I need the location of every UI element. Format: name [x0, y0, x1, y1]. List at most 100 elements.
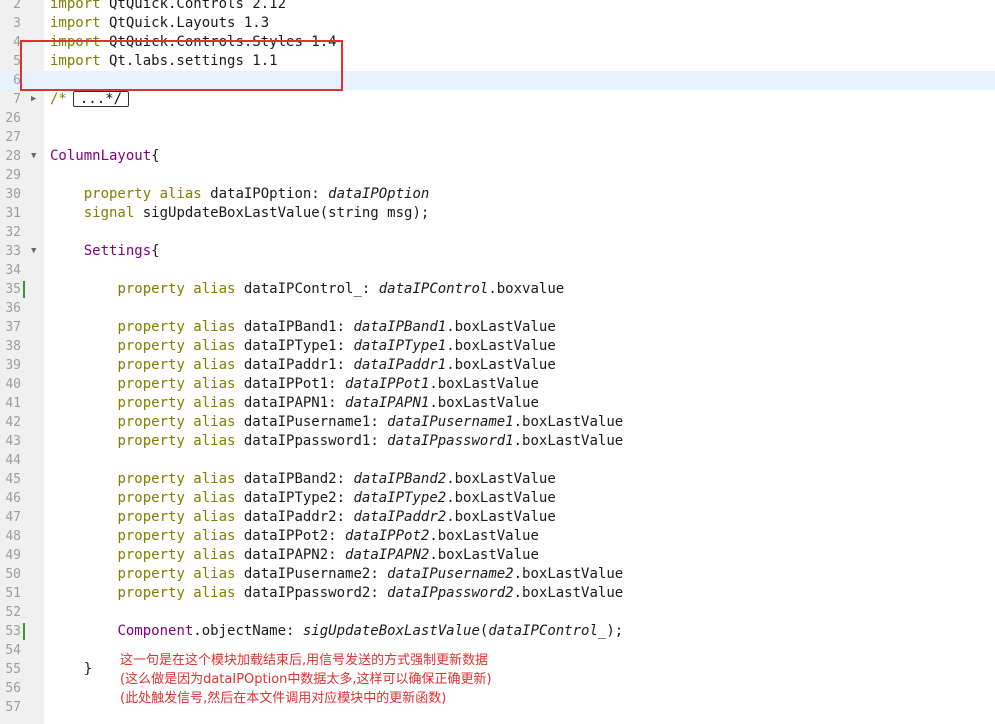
line-number: 39 — [5, 358, 21, 373]
code-line[interactable]: 2 import QtQuick.Controls 2.12 — [0, 0, 995, 14]
fold-expanded-icon[interactable]: ▼ — [31, 242, 36, 261]
code-token: import — [50, 15, 101, 31]
change-marker — [23, 623, 25, 640]
code-line[interactable]: 48 property alias dataIPPot2: dataIPPot2… — [0, 527, 995, 546]
code-token: { — [151, 148, 160, 164]
code-token: dataIPaddr2 — [353, 509, 447, 525]
code-token: dataIPusername1 — [387, 414, 514, 430]
code-token: ColumnLayout — [50, 148, 152, 164]
code-token: .boxLastValue — [429, 547, 539, 563]
code-line[interactable]: 47 property alias dataIPaddr2: dataIPadd… — [0, 508, 995, 527]
line-number: 37 — [5, 320, 21, 335]
code-text: property alias dataIPPot1: dataIPPot1.bo… — [50, 375, 538, 394]
code-line[interactable]: 45 property alias dataIPBand2: dataIPBan… — [0, 470, 995, 489]
code-line[interactable]: 27 — [0, 128, 995, 147]
code-token: .boxLastValue — [446, 357, 556, 373]
code-token: property alias — [117, 547, 236, 563]
code-line[interactable]: 32 — [0, 223, 995, 242]
code-token: .boxLastValue — [513, 585, 624, 601]
line-number: 50 — [5, 567, 21, 582]
line-number: 44 — [5, 453, 21, 468]
code-token: dataIPType1: — [235, 338, 354, 354]
code-text: signal sigUpdateBoxLastValue(string msg)… — [50, 204, 430, 223]
code-line[interactable]: 40 property alias dataIPPot1: dataIPPot1… — [0, 375, 995, 394]
line-number: 53 — [5, 624, 21, 639]
change-marker — [23, 281, 25, 298]
fold-collapsed-icon[interactable]: ▶ — [31, 90, 36, 109]
code-token: property alias — [117, 585, 236, 601]
code-line[interactable]: 50 property alias dataIPusername2: dataI… — [0, 565, 995, 584]
code-line[interactable]: 7 ▶ /* ...*/ — [0, 90, 995, 109]
code-line[interactable]: 53 Component.objectName: sigUpdateBoxLas… — [0, 622, 995, 641]
code-text: property alias dataIPusername1: dataIPus… — [50, 413, 623, 432]
code-line[interactable]: 31 signal sigUpdateBoxLastValue(string m… — [0, 204, 995, 223]
code-token: .boxLastValue — [513, 433, 624, 449]
code-line[interactable]: 52 — [0, 603, 995, 622]
highlight-box — [20, 40, 343, 91]
code-token: dataIPpassword2 — [387, 585, 514, 601]
annotation-line: 这一句是在这个模块加载结束后,用信号发送的方式强制更新数据 — [120, 653, 489, 668]
fold-expanded-icon[interactable]: ▼ — [31, 147, 36, 166]
code-token: dataIPPot2 — [345, 528, 430, 544]
code-token: dataIPpassword1 — [387, 433, 514, 449]
code-line[interactable]: 34 — [0, 261, 995, 280]
code-text: property alias dataIPOption: dataIPOptio… — [50, 185, 430, 204]
code-line[interactable]: 26 — [0, 109, 995, 128]
code-line[interactable]: 28 ▼ ColumnLayout{ — [0, 147, 995, 166]
code-token: .boxLastValue — [446, 509, 556, 525]
code-token: .boxLastValue — [513, 414, 624, 430]
code-line[interactable]: 43 property alias dataIPpassword1: dataI… — [0, 432, 995, 451]
code-line[interactable]: 49 property alias dataIPAPN2: dataIPAPN2… — [0, 546, 995, 565]
code-line[interactable]: 33 ▼ Settings{ — [0, 242, 995, 261]
code-token: sigUpdateBoxLastValue(string msg); — [134, 205, 430, 221]
line-number: 42 — [5, 415, 21, 430]
code-text: property alias dataIPpassword1: dataIPpa… — [50, 432, 623, 451]
line-number: 31 — [5, 206, 21, 221]
line-number: 46 — [5, 491, 21, 506]
line-number: 27 — [5, 130, 21, 145]
code-token: dataIPOption — [328, 186, 430, 202]
code-line[interactable]: 44 — [0, 451, 995, 470]
collapsed-block-button[interactable]: ...*/ — [72, 91, 130, 107]
line-number: 45 — [5, 472, 21, 487]
code-token: property alias — [117, 338, 236, 354]
code-line[interactable]: 30 property alias dataIPOption: dataIPOp… — [0, 185, 995, 204]
line-number: 5 — [13, 54, 21, 69]
code-text: property alias dataIPAPN1: dataIPAPN1.bo… — [50, 394, 538, 413]
code-token: dataIPAPN2 — [345, 547, 430, 563]
code-token: dataIPusername2: — [235, 566, 388, 582]
code-line[interactable]: 29 — [0, 166, 995, 185]
code-line[interactable]: 41 property alias dataIPAPN1: dataIPAPN1… — [0, 394, 995, 413]
line-number: 30 — [5, 187, 21, 202]
code-token: property alias — [117, 471, 236, 487]
code-token: dataIPBand2: — [235, 471, 354, 487]
code-token: dataIPType2 — [353, 490, 447, 506]
code-line[interactable]: 39 property alias dataIPaddr1: dataIPadd… — [0, 356, 995, 375]
line-number: 36 — [5, 301, 21, 316]
code-token: Component — [117, 623, 194, 639]
line-number: 55 — [5, 662, 21, 677]
code-line[interactable]: 36 — [0, 299, 995, 318]
code-line[interactable]: 42 property alias dataIPusername1: dataI… — [0, 413, 995, 432]
code-token: } — [50, 661, 93, 677]
code-line[interactable]: 3 import QtQuick.Layouts 1.3 — [0, 14, 995, 33]
annotation-line: (此处触发信号,然后在本文件调用对应模块中的更新函数) — [120, 691, 447, 706]
code-text: /* ...*/ — [50, 90, 130, 109]
code-text: property alias dataIPPot2: dataIPPot2.bo… — [50, 527, 538, 546]
code-line[interactable]: 46 property alias dataIPType2: dataIPTyp… — [0, 489, 995, 508]
code-line[interactable]: 51 property alias dataIPpassword2: dataI… — [0, 584, 995, 603]
code-text: property alias dataIPType2: dataIPType2.… — [50, 489, 555, 508]
code-text: import QtQuick.Controls 2.12 — [50, 0, 286, 14]
code-line[interactable]: 37 property alias dataIPBand1: dataIPBan… — [0, 318, 995, 337]
code-line[interactable]: 38 property alias dataIPType1: dataIPTyp… — [0, 337, 995, 356]
code-line[interactable]: 35 property alias dataIPControl_: dataIP… — [0, 280, 995, 299]
code-token: property alias — [117, 490, 236, 506]
code-token: signal — [83, 205, 135, 221]
